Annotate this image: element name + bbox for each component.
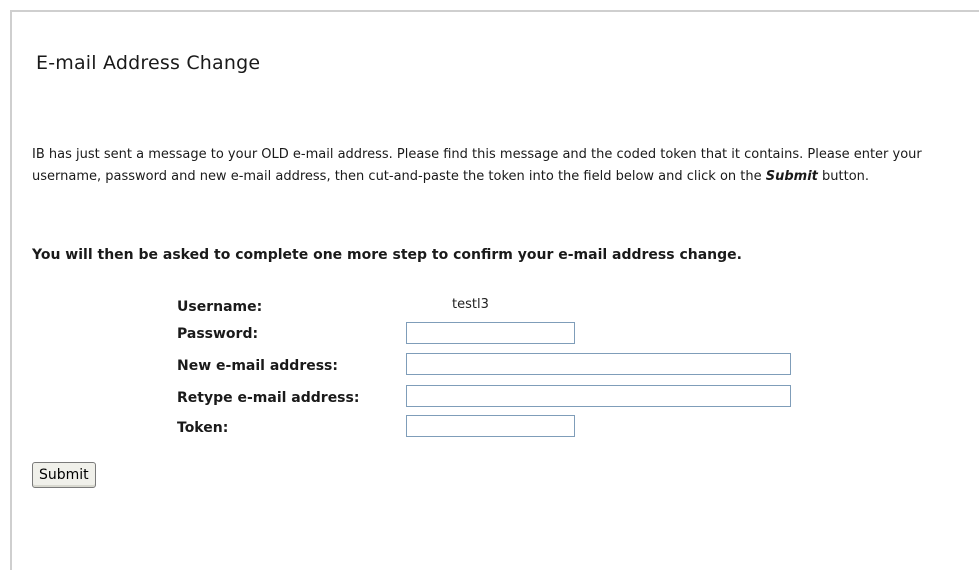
token-label: Token: (177, 420, 229, 436)
username-label: Username: (177, 299, 263, 315)
token-field[interactable] (406, 415, 575, 437)
retype-email-label: Retype e-mail address: (177, 390, 360, 406)
token-row: Token: (177, 416, 407, 440)
retype-email-row: Retype e-mail address: (177, 386, 407, 410)
submit-button[interactable]: Submit (32, 462, 96, 488)
password-row: Password: (177, 322, 407, 346)
retype-email-field[interactable] (406, 385, 791, 407)
new-email-field[interactable] (406, 353, 791, 375)
username-value: testl3 (452, 297, 489, 312)
instructions-part-2: button. (817, 169, 870, 184)
page-frame (10, 10, 979, 570)
password-field[interactable] (406, 322, 575, 344)
confirmation-notice: You will then be asked to complete one m… (32, 247, 742, 263)
page-title: E-mail Address Change (36, 52, 261, 74)
new-email-row: New e-mail address: (177, 354, 407, 378)
username-row: Username: (177, 295, 407, 319)
new-email-label: New e-mail address: (177, 358, 338, 374)
instructions-submit-emphasis: Submit (765, 169, 818, 184)
instructions-text: IB has just sent a message to your OLD e… (32, 144, 972, 188)
password-label: Password: (177, 326, 259, 342)
